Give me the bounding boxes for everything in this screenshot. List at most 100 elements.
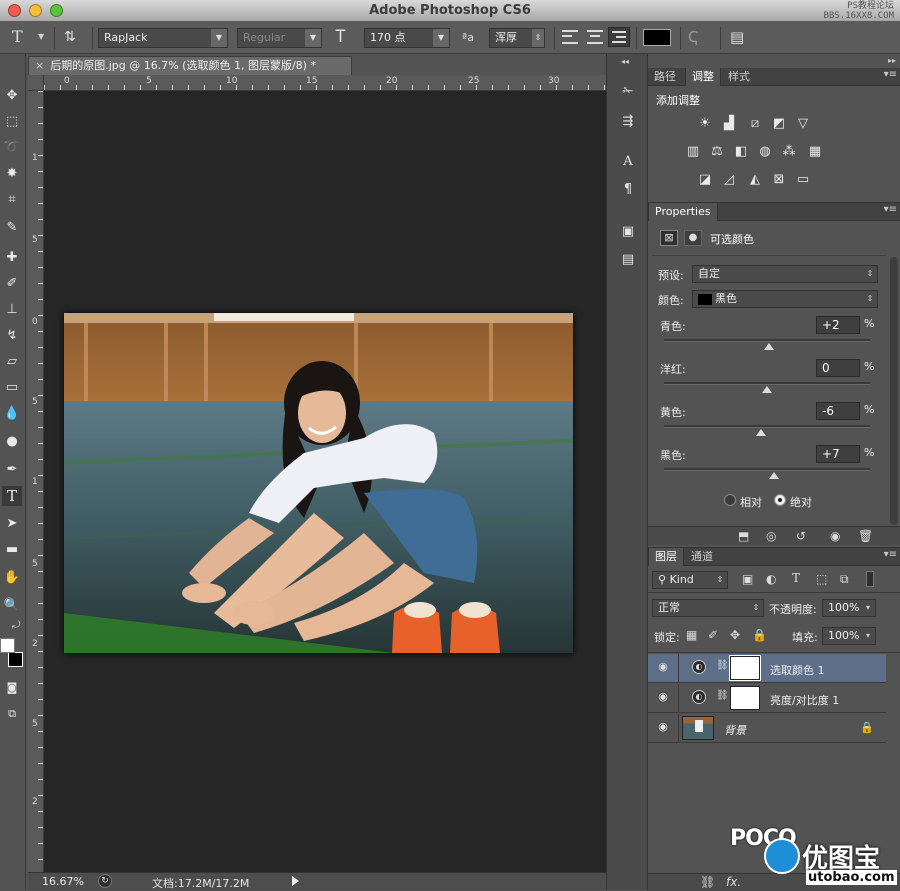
eyedropper-tool-icon[interactable]: ✎ (2, 218, 22, 238)
marquee-tool-icon[interactable]: ⬚ (2, 112, 22, 132)
type-tool-icon[interactable]: T (12, 27, 23, 47)
filter-type-icon[interactable]: T (792, 571, 800, 585)
text-color-swatch[interactable] (643, 29, 671, 46)
type-tool-icon[interactable]: T (2, 486, 22, 506)
properties-scrollbar[interactable] (890, 257, 898, 525)
lock-image-icon[interactable]: ✐ (708, 628, 718, 642)
color-balance-icon[interactable]: ⚖ (708, 144, 726, 160)
crop-tool-icon[interactable]: ⌗ (2, 190, 22, 210)
colors-dropdown[interactable]: 黑色 ⇕ (692, 290, 878, 308)
warp-text-icon[interactable]: Ҁ (688, 27, 698, 47)
slider-thumb[interactable] (769, 472, 780, 479)
panel-menu-icon[interactable]: ▾≡ (884, 204, 897, 215)
hand-tool-icon[interactable]: ✋ (2, 568, 22, 588)
shape-tool-icon[interactable]: ▬ (2, 540, 22, 560)
healing-brush-tool-icon[interactable]: ✚ (2, 248, 22, 268)
font-size-dropdown[interactable]: 170 点 ▼ (364, 28, 450, 48)
slider-track[interactable] (664, 468, 870, 471)
brightness-contrast-icon[interactable]: ☀ (696, 116, 714, 132)
document-tab[interactable]: × 后期的原图.jpg @ 16.7% (选取颜色 1, 图层蒙版/8) * (28, 56, 352, 75)
screen-mode-icon[interactable]: ⧉ (2, 704, 22, 724)
reset-icon[interactable]: ↺ (796, 529, 806, 543)
document-image[interactable] (64, 313, 573, 653)
clone-source-icon[interactable]: ▣ (618, 222, 638, 242)
slider-value-field[interactable]: 0 (816, 359, 860, 377)
eye-icon[interactable]: ◉ (656, 660, 670, 674)
trash-icon[interactable]: 🗑 (858, 529, 873, 543)
brush-presets-icon[interactable]: ⇶ (618, 112, 638, 132)
character-panel-icon[interactable]: ▤ (730, 27, 744, 47)
chevron-down-icon[interactable]: ▼ (38, 32, 44, 41)
levels-icon[interactable]: ▟ (720, 116, 738, 132)
zoom-tool-icon[interactable]: 🔍 (2, 596, 22, 616)
threshold-icon[interactable]: ◭ (746, 172, 764, 188)
background-color-swatch[interactable] (0, 638, 15, 653)
fill-field[interactable]: 100% ▾ (822, 627, 876, 645)
layer-style-icon[interactable]: fx. (726, 875, 741, 889)
toggle-orientation-icon[interactable]: ⇅ (64, 27, 76, 47)
panel-menu-icon[interactable]: ▾≡ (884, 69, 897, 80)
color-lookup-icon[interactable]: ▦ (806, 144, 824, 160)
font-family-dropdown[interactable]: RapJack ▼ (98, 28, 228, 48)
channel-mixer-icon[interactable]: ⁂ (780, 144, 798, 160)
foreground-color-swatch[interactable] (8, 652, 23, 667)
align-right-icon[interactable] (608, 27, 630, 47)
clip-to-layer-icon[interactable]: ⬒ (738, 529, 749, 543)
exposure-icon[interactable]: ◩ (770, 116, 788, 132)
tab-paths[interactable]: 路径 (648, 68, 682, 86)
slider-value-field[interactable]: +2 (816, 316, 860, 334)
zoom-level[interactable]: 16.67% (42, 875, 84, 888)
lock-transparent-icon[interactable]: ▦ (686, 628, 697, 642)
tab-properties[interactable]: Properties (648, 203, 718, 221)
layer-mask-thumbnail[interactable] (729, 655, 761, 681)
collapse-dock-icon[interactable]: ◂◂ (621, 57, 629, 66)
magic-wand-tool-icon[interactable]: ✸ (2, 164, 22, 184)
filter-shape-icon[interactable]: ⬚ (816, 572, 827, 586)
gradient-map-icon[interactable]: ▭ (794, 172, 812, 188)
layer-filter-dropdown[interactable]: ⚲ Kind ⇕ (652, 571, 728, 589)
eye-icon[interactable]: ◉ (656, 690, 670, 704)
slider-track[interactable] (664, 425, 870, 428)
slider-thumb[interactable] (764, 343, 775, 350)
history-brush-tool-icon[interactable]: ↯ (2, 326, 22, 346)
layer-row[interactable]: ◉ ◐ ⛓ 选取颜色 1 (648, 654, 886, 683)
font-style-dropdown[interactable]: Regular ▼ (237, 28, 322, 48)
link-layers-icon[interactable]: ⛓ (700, 875, 715, 889)
slider-track[interactable] (664, 339, 870, 342)
paragraph-icon[interactable]: ¶ (618, 180, 638, 200)
tool-presets-icon[interactable]: ✁ (618, 82, 638, 102)
opacity-field[interactable]: 100% ▾ (822, 599, 876, 617)
eraser-tool-icon[interactable]: ▱ (2, 352, 22, 372)
view-previous-icon[interactable]: ◎ (766, 529, 776, 543)
chain-link-icon[interactable]: ⛓ (716, 660, 729, 671)
panel-menu-icon[interactable]: ▾≡ (884, 549, 897, 560)
invert-icon[interactable]: ◪ (696, 172, 714, 188)
preset-dropdown[interactable]: 自定 ⇕ (692, 265, 878, 283)
gradient-tool-icon[interactable]: ▭ (2, 378, 22, 398)
swap-colors-icon[interactable]: ⤾ (12, 620, 20, 631)
tab-layers[interactable]: 图层 (648, 548, 684, 566)
mask-properties-icon[interactable]: ● (684, 230, 702, 246)
filter-smart-object-icon[interactable]: ⧉ (840, 572, 849, 587)
slider-thumb[interactable] (762, 386, 772, 393)
layer-mask-thumbnail[interactable] (730, 686, 760, 710)
lock-position-icon[interactable]: ✥ (730, 628, 740, 642)
black-white-icon[interactable]: ◧ (732, 144, 750, 160)
pen-tool-icon[interactable]: ✒ (2, 460, 22, 480)
character-icon[interactable]: A (618, 152, 638, 172)
selective-color-icon[interactable]: ⊠ (770, 172, 788, 188)
eye-icon[interactable]: ◉ (656, 720, 670, 734)
quick-mask-icon[interactable]: ◙ (2, 678, 22, 698)
collapse-panels-icon[interactable]: ▸▸ (888, 56, 896, 65)
move-tool-icon[interactable]: ✥ (2, 86, 22, 106)
photo-filter-icon[interactable]: ◍ (756, 144, 774, 160)
tab-adjustments[interactable]: 调整 (685, 68, 721, 86)
slider-value-field[interactable]: +7 (816, 445, 860, 463)
vibrance-icon[interactable]: ▽ (794, 116, 812, 132)
close-tab-icon[interactable]: × (35, 59, 44, 72)
anti-alias-dropdown[interactable]: 浑厚 ⇕ (489, 28, 545, 48)
lock-all-icon[interactable]: 🔒 (752, 628, 767, 642)
layer-thumbnail[interactable] (682, 716, 714, 740)
chain-link-icon[interactable]: ⛓ (716, 690, 729, 701)
status-menu-arrow-icon[interactable] (292, 876, 299, 886)
